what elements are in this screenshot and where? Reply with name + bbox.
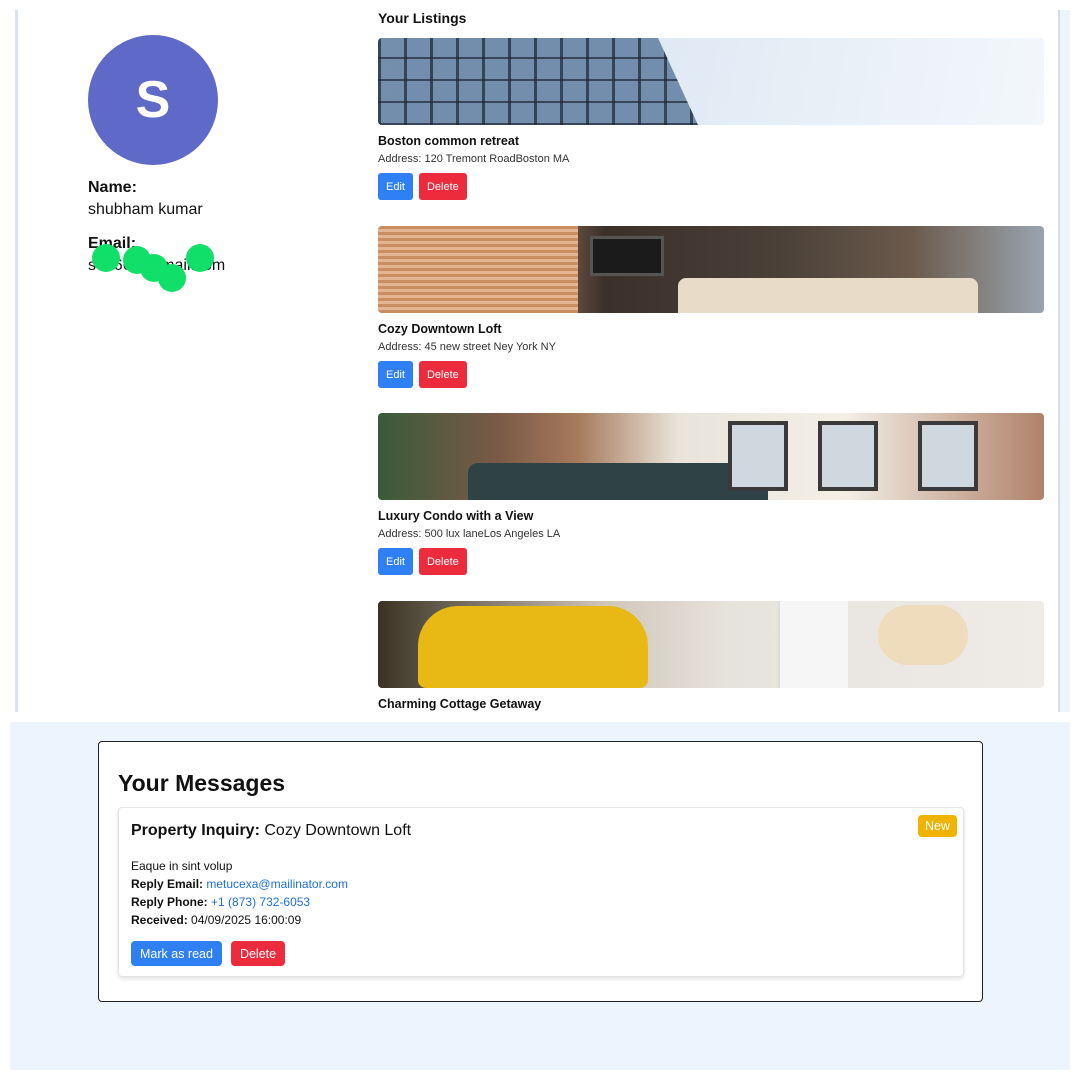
reply-phone-row: Reply Phone: +1 (873) 732-6053	[131, 893, 348, 911]
email-wrap: s b 66 @gmail.com	[88, 244, 348, 292]
subject-value: Cozy Downtown Loft	[264, 822, 412, 839]
listing-actions: Edit Delete	[378, 361, 1044, 388]
avatar-initial: S	[135, 71, 171, 129]
edit-button[interactable]: Edit	[378, 173, 413, 200]
listing-image	[378, 601, 1044, 688]
listing-address: Address: 45 new street Ney York NY	[378, 341, 556, 353]
message-body: Eaque in sint volup Reply Email: metucex…	[131, 857, 348, 929]
subject-label: Property Inquiry:	[131, 822, 260, 839]
message-card: Property Inquiry: Cozy Downtown Loft New…	[118, 807, 964, 977]
listing-image	[378, 413, 1044, 500]
new-badge: New	[917, 815, 957, 837]
name-value: shubham kumar	[88, 201, 203, 218]
edit-button[interactable]: Edit	[378, 548, 413, 575]
edit-button[interactable]: Edit	[378, 361, 413, 388]
listing-name: Charming Cottage Getaway	[378, 697, 542, 711]
listing-card: Charming Cottage Getaway	[378, 601, 1044, 711]
redaction-mark	[186, 244, 214, 272]
listing-card: Boston common retreat Address: 120 Tremo…	[378, 38, 1044, 200]
profile-panel: S Name: shubham kumar Email: s b 66 @gma…	[10, 0, 1070, 712]
received-value: 04/09/2025 16:00:09	[191, 913, 302, 927]
listing-image	[378, 38, 1044, 125]
listing-actions: Edit Delete	[378, 173, 1044, 200]
received-label: Received:	[131, 913, 188, 927]
messages-title: Your Messages	[118, 770, 286, 796]
listing-address: Address: 500 lux laneLos Angeles LA	[378, 528, 561, 540]
redaction-mark	[92, 244, 120, 272]
reply-phone-link[interactable]: +1 (873) 732-6053	[211, 895, 310, 909]
listings-title: Your Listings	[378, 10, 467, 26]
listing-actions: Edit Delete	[378, 548, 1044, 575]
mark-as-read-button[interactable]: Mark as read	[131, 941, 222, 966]
delete-button[interactable]: Delete	[418, 361, 467, 388]
reply-email-label: Reply Email:	[131, 877, 204, 891]
listing-image	[378, 226, 1044, 313]
panel-border-left	[15, 10, 18, 712]
listing-name: Luxury Condo with a View	[378, 509, 534, 523]
listing-name: Boston common retreat	[378, 134, 519, 148]
message-text: Eaque in sint volup	[131, 859, 233, 873]
avatar: S	[88, 35, 218, 165]
redaction-mark	[158, 264, 186, 292]
listing-card: Cozy Downtown Loft Address: 45 new stree…	[378, 226, 1044, 388]
profile-info: Name: shubham kumar Email: s b 66 @gmail…	[88, 178, 348, 292]
reply-email-row: Reply Email: metucexa@mailinator.com	[131, 875, 348, 893]
listing-card: Luxury Condo with a View Address: 500 lu…	[378, 413, 1044, 575]
listing-name: Cozy Downtown Loft	[378, 322, 502, 336]
panel-scrollbar[interactable]	[1058, 10, 1070, 712]
message-actions: Mark as read Delete	[131, 941, 286, 966]
received-row: Received: 04/09/2025 16:00:09	[131, 911, 348, 929]
listing-address: Address: 120 Tremont RoadBoston MA	[378, 153, 570, 165]
reply-email-link[interactable]: metucexa@mailinator.com	[206, 877, 348, 891]
delete-button[interactable]: Delete	[418, 173, 467, 200]
messages-area: Your Messages Property Inquiry: Cozy Dow…	[10, 722, 1070, 1070]
name-label: Name:	[88, 179, 137, 196]
messages-card: Your Messages Property Inquiry: Cozy Dow…	[98, 741, 983, 1002]
delete-message-button[interactable]: Delete	[230, 941, 286, 966]
reply-phone-label: Reply Phone:	[131, 895, 208, 909]
delete-button[interactable]: Delete	[418, 548, 467, 575]
message-subject: Property Inquiry: Cozy Downtown Loft	[131, 822, 411, 840]
